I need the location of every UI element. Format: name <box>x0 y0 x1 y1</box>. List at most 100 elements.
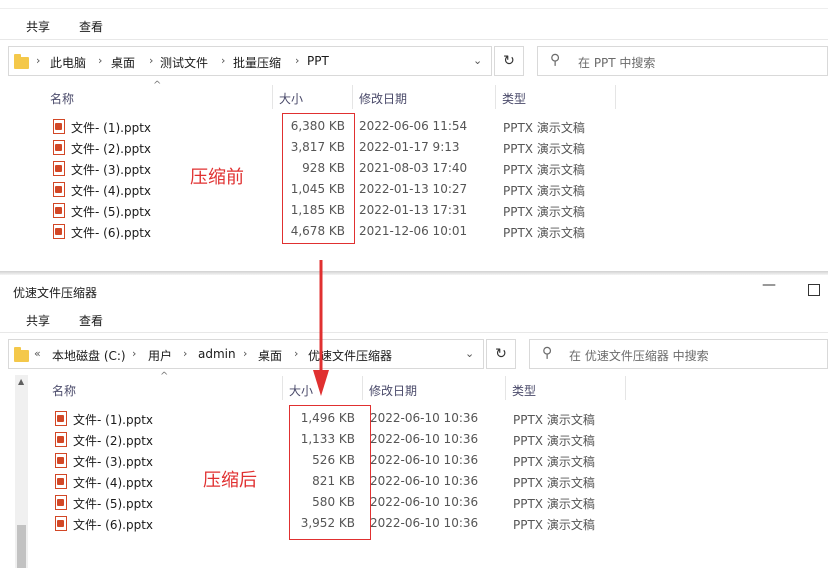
file-name: 文件- (2).pptx <box>73 434 153 448</box>
pptx-file-icon <box>55 495 67 510</box>
column-header-name[interactable]: 名称 <box>50 90 74 107</box>
breadcrumb-item[interactable]: 桌面 <box>111 54 135 71</box>
file-date: 2022-06-10 10:36 <box>370 495 479 509</box>
table-row[interactable]: 文件- (5).pptx 1,185 KB 2022-01-13 17:31 P… <box>0 201 828 222</box>
table-row[interactable]: 文件- (3).pptx 526 KB 2022-06-10 10:36 PPT… <box>0 451 828 472</box>
file-type: PPTX 演示文稿 <box>503 184 585 198</box>
search-input[interactable]: 在 PPT 中搜索 <box>578 54 655 71</box>
file-date: 2021-12-06 10:01 <box>359 224 468 238</box>
file-name: 文件- (5).pptx <box>71 205 151 219</box>
breadcrumb-item[interactable]: 桌面 <box>258 347 282 364</box>
column-divider[interactable] <box>352 85 353 109</box>
column-divider[interactable] <box>362 376 363 400</box>
file-date: 2022-06-06 11:54 <box>359 119 468 133</box>
file-name: 文件- (2).pptx <box>71 142 151 156</box>
breadcrumb-item[interactable]: 此电脑 <box>50 54 86 71</box>
file-date: 2022-01-13 10:27 <box>359 182 468 196</box>
file-type: PPTX 演示文稿 <box>513 413 595 427</box>
annotation-after: 压缩后 <box>203 470 257 491</box>
refresh-button[interactable]: ↻ <box>494 46 524 76</box>
column-header-date[interactable]: 修改日期 <box>359 90 407 107</box>
file-type: PPTX 演示文稿 <box>503 142 585 156</box>
search-input[interactable]: 在 优速文件压缩器 中搜索 <box>569 347 709 364</box>
column-divider[interactable] <box>615 85 616 109</box>
column-header-type[interactable]: 类型 <box>512 382 536 399</box>
search-box[interactable]: ⚲ 在 优速文件压缩器 中搜索 <box>529 339 828 369</box>
refresh-icon: ↻ <box>495 346 507 362</box>
file-date: 2022-06-10 10:36 <box>370 453 479 467</box>
column-divider[interactable] <box>495 85 496 109</box>
chevron-down-icon[interactable]: ⌄ <box>465 347 474 360</box>
search-icon: ⚲ <box>542 345 553 361</box>
breadcrumb-item[interactable]: admin <box>198 347 236 361</box>
scroll-up-arrow-icon[interactable]: ▲ <box>18 377 24 386</box>
chevron-right-icon: › <box>295 54 300 67</box>
address-bar[interactable]: › 此电脑 › 桌面 › 测试文件 › 批量压缩 › PPT ⌄ <box>8 46 492 76</box>
title-strip <box>0 0 828 9</box>
sort-arrow-icon: ^ <box>153 80 162 91</box>
column-divider[interactable] <box>272 85 273 109</box>
column-header-name[interactable]: 名称 <box>52 382 76 399</box>
annotation-before: 压缩前 <box>190 167 244 188</box>
breadcrumb-item[interactable]: 用户 <box>148 347 172 364</box>
ribbon-divider <box>0 332 828 333</box>
sort-arrow-icon: ^ <box>160 371 169 382</box>
file-type: PPTX 演示文稿 <box>513 476 595 490</box>
explorer-window-bottom: 优速文件压缩器 — 共享 查看 « 本地磁盘 (C:) › 用户 › admin… <box>0 275 828 568</box>
chevron-right-icon: › <box>132 347 137 360</box>
table-row[interactable]: 文件- (3).pptx 928 KB 2021-08-03 17:40 PPT… <box>0 159 828 180</box>
table-row[interactable]: 文件- (6).pptx 3,952 KB 2022-06-10 10:36 P… <box>0 514 828 535</box>
file-type: PPTX 演示文稿 <box>513 455 595 469</box>
table-row[interactable]: 文件- (5).pptx 580 KB 2022-06-10 10:36 PPT… <box>0 493 828 514</box>
file-type: PPTX 演示文稿 <box>513 497 595 511</box>
breadcrumb-item[interactable]: PPT <box>307 54 329 68</box>
file-date: 2022-01-17 9:13 <box>359 140 460 154</box>
maximize-button[interactable] <box>808 284 820 296</box>
pptx-file-icon <box>55 516 67 531</box>
overflow-chevron-icon[interactable]: « <box>34 347 41 360</box>
pptx-file-icon <box>55 432 67 447</box>
explorer-window-top: 共享 查看 › 此电脑 › 桌面 › 测试文件 › 批量压缩 › PPT ⌄ ↻… <box>0 0 828 272</box>
refresh-button[interactable]: ↻ <box>486 339 516 369</box>
table-row[interactable]: 文件- (4).pptx 821 KB 2022-06-10 10:36 PPT… <box>0 472 828 493</box>
table-row[interactable]: 文件- (6).pptx 4,678 KB 2021-12-06 10:01 P… <box>0 222 828 243</box>
table-row[interactable]: 文件- (2).pptx 1,133 KB 2022-06-10 10:36 P… <box>0 430 828 451</box>
column-divider[interactable] <box>505 376 506 400</box>
file-date: 2022-06-10 10:36 <box>370 411 479 425</box>
chevron-down-icon[interactable]: ⌄ <box>473 54 482 67</box>
column-header-size[interactable]: 大小 <box>279 90 303 107</box>
address-bar[interactable]: « 本地磁盘 (C:) › 用户 › admin › 桌面 › 优速文件压缩器 … <box>8 339 484 369</box>
tab-view[interactable]: 查看 <box>79 18 103 35</box>
chevron-right-icon: › <box>36 54 41 67</box>
breadcrumb-item[interactable]: 测试文件 <box>160 54 208 71</box>
pptx-file-icon <box>55 411 67 426</box>
table-row[interactable]: 文件- (1).pptx 1,496 KB 2022-06-10 10:36 P… <box>0 409 828 430</box>
refresh-icon: ↻ <box>503 53 515 69</box>
column-divider[interactable] <box>625 376 626 400</box>
file-date: 2022-06-10 10:36 <box>370 474 479 488</box>
file-date: 2022-06-10 10:36 <box>370 432 479 446</box>
file-type: PPTX 演示文稿 <box>503 121 585 135</box>
pptx-file-icon <box>53 203 65 218</box>
pptx-file-icon <box>55 474 67 489</box>
tab-share[interactable]: 共享 <box>26 18 50 35</box>
file-name: 文件- (4).pptx <box>71 184 151 198</box>
pptx-file-icon <box>53 140 65 155</box>
column-header-date[interactable]: 修改日期 <box>369 382 417 399</box>
chevron-right-icon: › <box>221 54 226 67</box>
table-row[interactable]: 文件- (1).pptx 6,380 KB 2022-06-06 11:54 P… <box>0 117 828 138</box>
breadcrumb-item[interactable]: 本地磁盘 (C:) <box>52 347 126 364</box>
pptx-file-icon <box>53 224 65 239</box>
breadcrumb-item[interactable]: 批量压缩 <box>233 54 281 71</box>
table-row[interactable]: 文件- (2).pptx 3,817 KB 2022-01-17 9:13 PP… <box>0 138 828 159</box>
tab-view[interactable]: 查看 <box>79 312 103 329</box>
search-box[interactable]: ⚲ 在 PPT 中搜索 <box>537 46 828 76</box>
column-header-type[interactable]: 类型 <box>502 90 526 107</box>
file-date: 2021-08-03 17:40 <box>359 161 468 175</box>
column-divider[interactable] <box>282 376 283 400</box>
ribbon-divider <box>0 39 828 40</box>
minimize-button[interactable]: — <box>762 277 776 293</box>
table-row[interactable]: 文件- (4).pptx 1,045 KB 2022-01-13 10:27 P… <box>0 180 828 201</box>
search-icon: ⚲ <box>550 52 561 68</box>
tab-share[interactable]: 共享 <box>26 312 50 329</box>
